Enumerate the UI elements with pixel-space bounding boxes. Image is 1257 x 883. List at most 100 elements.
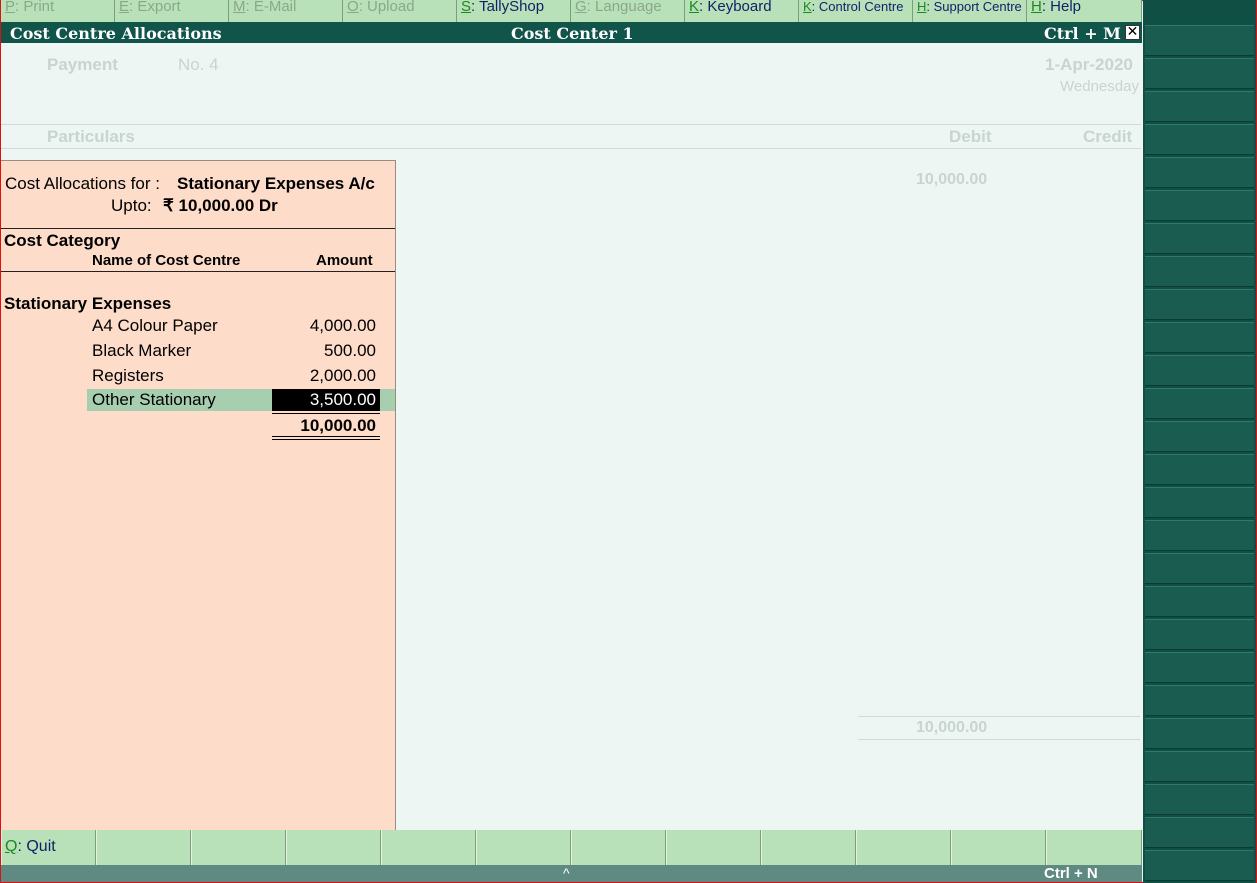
cost-centre-amount: 500.00 [324,341,376,360]
bottom-button[interactable] [96,830,191,865]
menu-language-label: : Language [586,0,662,15]
debit-amount: 10,000.00 [916,171,988,188]
bottom-button[interactable] [1046,830,1142,865]
close-icon[interactable]: ✕ [1125,25,1140,40]
voucher-date: 1-Apr-2020 [1045,55,1133,74]
col-amount: Amount [316,252,373,269]
quit-label: : Quit [17,838,56,855]
side-button[interactable] [1145,784,1254,815]
bottom-button[interactable] [381,830,476,865]
side-button[interactable] [1145,553,1254,584]
allocation-total: 10,000.00 [300,416,376,435]
side-button[interactable] [1145,223,1254,254]
menu-export-key: E [119,0,130,15]
header-divider-top [1,124,1141,125]
bottom-button[interactable] [286,830,381,865]
menu-upload-label: : Upload [358,0,415,15]
side-button[interactable] [1145,652,1254,683]
cost-centre-name: Black Marker [92,341,192,360]
col-debit: Debit [949,127,992,146]
menu-tallyshop-key: S [461,0,472,15]
menu-upload[interactable]: O: Upload [343,0,457,22]
menu-print-label: : Print [15,0,55,15]
cost-centre-name-input[interactable]: Other Stationary [92,390,216,410]
category-name: Stationary Expenses [4,294,172,313]
total-rule-top [272,413,380,414]
bottom-button[interactable] [191,830,286,865]
chevron-up-icon[interactable]: ^ [563,865,570,881]
top-menu-bar: P: Print E: Export M: E-Mail O: Upload S… [1,0,1142,22]
right-button-panel [1143,0,1256,883]
quit-key: Q [5,838,18,855]
menu-upload-key: O [347,0,359,15]
side-button[interactable] [1145,190,1254,221]
menu-tallyshop-label: : TallyShop [471,0,545,15]
total-line-bottom [858,739,1140,740]
cost-allocation-panel: Cost Allocations for : Stationary Expens… [1,160,396,830]
menu-support-centre[interactable]: H: Support Centre [913,0,1027,22]
side-button[interactable] [1145,256,1254,287]
total-debit: 10,000.00 [916,719,988,736]
side-button[interactable] [1145,520,1254,551]
side-button[interactable] [1145,751,1254,782]
upto-amount: ₹ 10,000.00 Dr [163,196,278,215]
bottom-button[interactable] [666,830,761,865]
menu-tallyshop[interactable]: S: TallyShop [457,0,571,22]
side-button[interactable] [1145,58,1254,89]
total-line-top [858,716,1140,717]
menu-control-centre-label: : Control Centre [811,0,904,14]
side-button[interactable] [1145,454,1254,485]
header-rule-top [1,228,395,229]
menu-help[interactable]: H: Help [1027,0,1142,22]
voucher-day: Wednesday [1060,78,1139,95]
side-button[interactable] [1145,91,1254,122]
cost-centre-amount-input[interactable]: 3,500.00 [272,389,380,411]
voucher-type: Payment [47,55,118,74]
side-button[interactable] [1145,322,1254,353]
side-button[interactable] [1145,817,1254,848]
cost-centre-name: Registers [92,366,164,385]
allocation-for-label: Cost Allocations for : [5,174,160,193]
upto-label: Upto: [111,196,152,215]
menu-keyboard[interactable]: K: Keyboard [685,0,799,22]
side-button[interactable] [1145,487,1254,518]
bottom-button[interactable] [476,830,571,865]
menu-control-centre-key: K [803,0,812,14]
col-credit: Credit [1083,127,1133,146]
bottom-button[interactable] [571,830,666,865]
col-cost-category: Cost Category [4,231,121,250]
menu-email[interactable]: M: E-Mail [229,0,343,22]
menu-language[interactable]: G: Language [571,0,685,22]
status-shortcut: Ctrl + N [1044,865,1098,882]
quit-button[interactable]: Q: Quit [1,830,96,865]
voucher-number: No. 4 [178,55,219,74]
total-rule-double-1 [272,436,380,437]
allocation-ledger: Stationary Expenses A/c [177,174,375,193]
side-button[interactable] [1145,718,1254,749]
menu-print[interactable]: P: Print [1,0,115,22]
menu-email-key: M [233,0,246,15]
menu-help-label: : Help [1041,0,1082,15]
menu-help-key: H [1031,0,1042,15]
side-button[interactable] [1145,388,1254,419]
side-button[interactable] [1145,685,1254,716]
side-button[interactable] [1145,421,1254,452]
menu-export[interactable]: E: Export [115,0,229,22]
menu-keyboard-key: K [689,0,700,15]
side-button[interactable] [1145,850,1254,881]
minimize-shortcut: Ctrl + M [1044,24,1121,43]
menu-control-centre[interactable]: K: Control Centre [799,0,913,22]
bottom-button[interactable] [761,830,856,865]
side-button[interactable] [1145,124,1254,155]
menu-language-key: G [575,0,587,15]
side-button[interactable] [1145,157,1254,188]
side-button[interactable] [1145,586,1254,617]
status-bar: ^ Ctrl + N [1,865,1142,882]
side-button[interactable] [1145,25,1254,56]
side-button[interactable] [1145,289,1254,320]
side-button[interactable] [1145,355,1254,386]
bottom-button[interactable] [856,830,951,865]
side-button[interactable] [1145,619,1254,650]
col-particulars: Particulars [47,127,135,146]
bottom-button[interactable] [951,830,1046,865]
